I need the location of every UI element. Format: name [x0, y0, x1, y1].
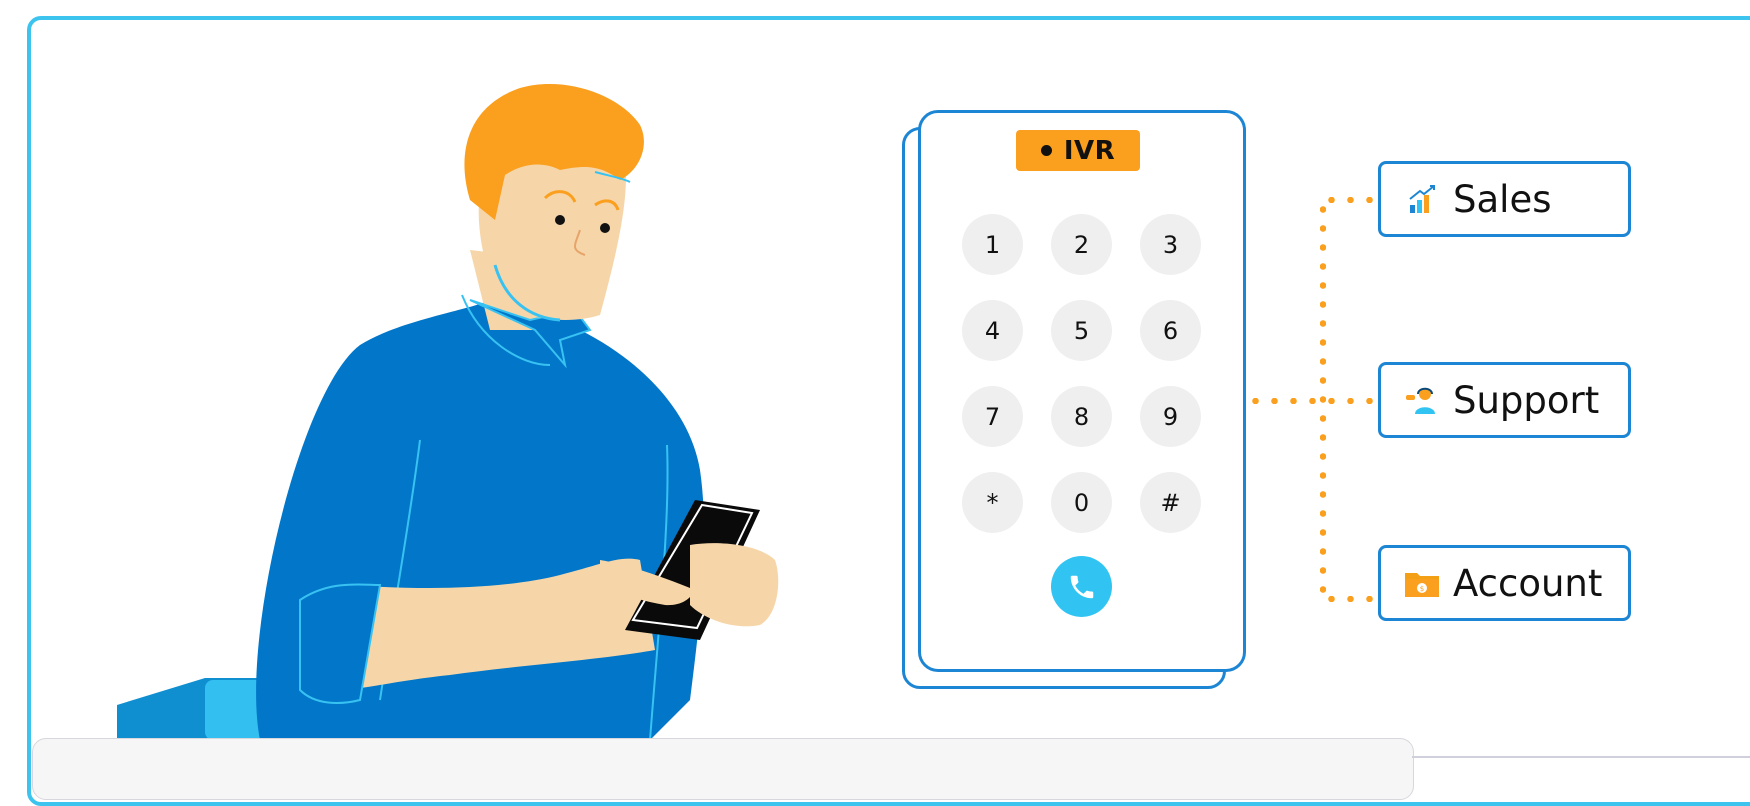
destination-label: Support: [1453, 378, 1600, 422]
svg-text:$: $: [1420, 585, 1424, 593]
key-7[interactable]: 7: [962, 386, 1023, 447]
status-dot-icon: [1040, 145, 1052, 156]
destination-label: Sales: [1453, 177, 1552, 221]
key-2[interactable]: 2: [1051, 214, 1112, 275]
key-6[interactable]: 6: [1140, 300, 1201, 361]
key-0[interactable]: 0: [1051, 472, 1112, 533]
keypad-connector: [1246, 398, 1376, 404]
destination-account[interactable]: $ Account: [1378, 545, 1631, 621]
key-star[interactable]: *: [962, 472, 1023, 533]
account-connector: [1322, 596, 1376, 602]
bottom-divider: [1412, 756, 1750, 758]
call-button[interactable]: [1051, 556, 1112, 617]
key-5[interactable]: 5: [1051, 300, 1112, 361]
sales-connector: [1322, 197, 1376, 203]
key-hash[interactable]: #: [1140, 472, 1201, 533]
phone-icon: [1070, 575, 1093, 598]
bar-chart-growth-icon: [1403, 180, 1441, 218]
key-9[interactable]: 9: [1140, 386, 1201, 447]
destination-support[interactable]: Support: [1378, 362, 1631, 438]
bottom-bar: [32, 738, 1414, 800]
ivr-badge: IVR: [1016, 130, 1140, 171]
key-4[interactable]: 4: [962, 300, 1023, 361]
support-agent-icon: [1403, 381, 1441, 419]
key-3[interactable]: 3: [1140, 214, 1201, 275]
key-1[interactable]: 1: [962, 214, 1023, 275]
ivr-badge-label: IVR: [1063, 135, 1116, 166]
folder-money-icon: $: [1403, 564, 1441, 602]
destination-label: Account: [1453, 561, 1603, 605]
key-8[interactable]: 8: [1051, 386, 1112, 447]
destination-sales[interactable]: Sales: [1378, 161, 1631, 237]
